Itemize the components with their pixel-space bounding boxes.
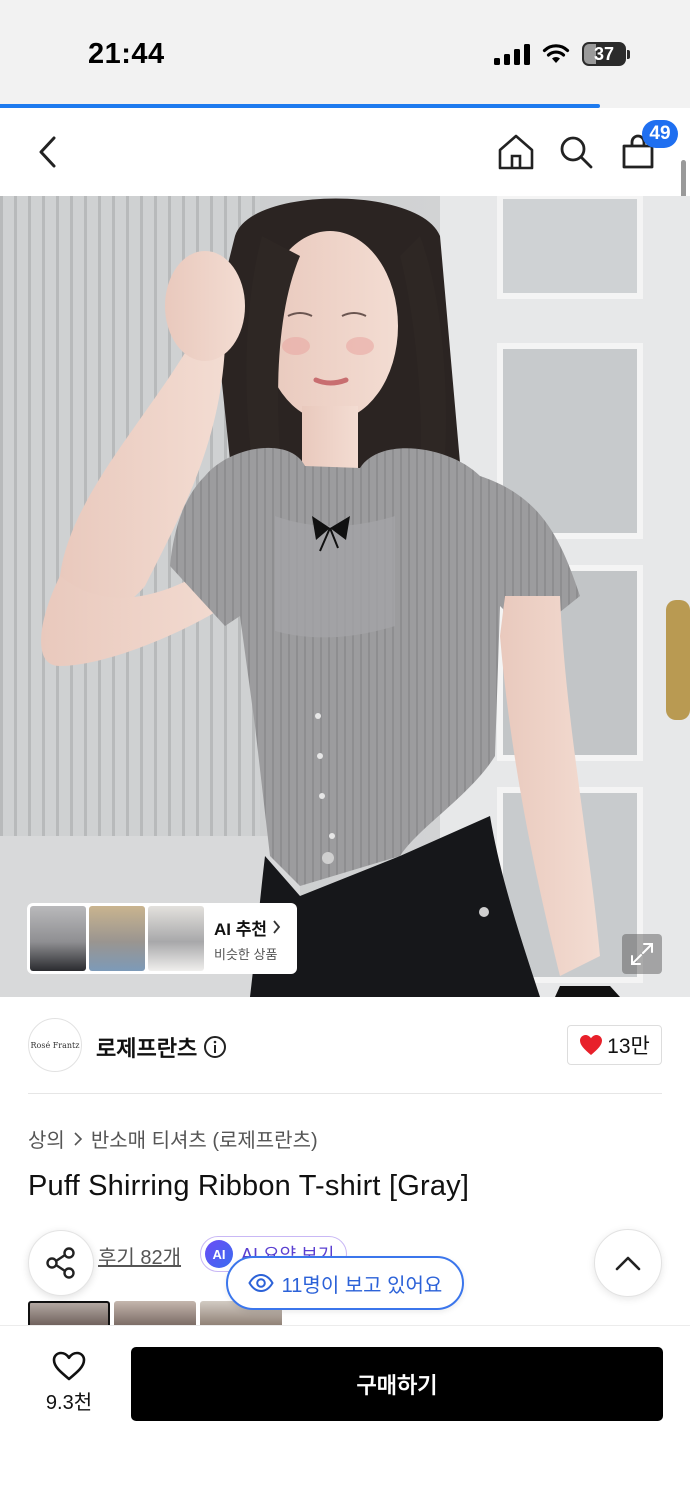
chevron-up-icon bbox=[615, 1256, 641, 1271]
home-icon bbox=[498, 134, 534, 170]
recommendation-thumbnail[interactable] bbox=[89, 906, 145, 971]
top-navigation: 49 bbox=[0, 108, 690, 196]
search-icon bbox=[560, 136, 593, 169]
status-bar: 21:44 37 bbox=[0, 0, 690, 106]
info-icon[interactable] bbox=[203, 1035, 227, 1059]
ai-recommend-title: AI 추천 bbox=[214, 919, 268, 939]
review-count-link[interactable]: 후기 82개 bbox=[98, 1241, 181, 1270]
wifi-icon bbox=[542, 44, 570, 63]
status-icons: 37 bbox=[494, 42, 630, 66]
expand-icon bbox=[631, 943, 653, 965]
brand-name: 로제프란츠 bbox=[96, 1036, 198, 1061]
battery-icon: 37 bbox=[582, 42, 626, 66]
brand-like-count: 13만 bbox=[607, 1035, 650, 1058]
brand-row: Rosé Frantz 로제프란츠 13만 bbox=[28, 1018, 662, 1074]
cart-count-badge: 49 bbox=[642, 120, 678, 148]
expand-image-button[interactable] bbox=[622, 934, 662, 974]
viewers-count-text: 11명이 보고 있어요 bbox=[281, 1274, 443, 1297]
heart-filled-icon bbox=[580, 1035, 603, 1055]
brand-name-link[interactable]: 로제프란츠 bbox=[96, 1031, 227, 1063]
battery-level-text: 37 bbox=[593, 43, 615, 64]
wishlist-count: 9.3천 bbox=[45, 1392, 93, 1414]
brand-like-button[interactable]: 13만 bbox=[567, 1025, 662, 1065]
buy-button[interactable]: 구매하기 bbox=[131, 1347, 663, 1421]
ai-recommendation-card[interactable]: AI 추천 비슷한 상품 bbox=[27, 903, 297, 974]
eye-icon bbox=[247, 1274, 274, 1292]
search-button[interactable] bbox=[550, 126, 602, 178]
divider bbox=[28, 1093, 662, 1094]
heart-outline-icon bbox=[52, 1351, 86, 1381]
wishlist-button[interactable]: 9.3천 bbox=[28, 1350, 110, 1420]
review-photo-thumbnail[interactable] bbox=[114, 1301, 196, 1326]
status-time: 21:44 bbox=[88, 38, 165, 70]
chevron-right-icon bbox=[273, 920, 281, 934]
brand-logo[interactable]: Rosé Frantz bbox=[28, 1018, 82, 1072]
product-title: Puff Shirring Ribbon T-shirt [Gray] bbox=[28, 1170, 470, 1202]
breadcrumb-category[interactable]: 상의 bbox=[28, 1124, 65, 1153]
chevron-left-icon bbox=[39, 136, 56, 168]
ai-recommend-subtitle: 비슷한 상품 bbox=[214, 946, 278, 962]
chevron-right-icon bbox=[74, 1131, 82, 1146]
back-button[interactable] bbox=[22, 126, 74, 178]
product-main-image[interactable] bbox=[0, 196, 690, 997]
cart-button[interactable]: 49 bbox=[612, 120, 678, 178]
bottom-purchase-bar: 9.3천 구매하기 bbox=[0, 1325, 690, 1500]
viewers-count-pill: 11명이 보고 있어요 bbox=[226, 1256, 464, 1310]
home-button[interactable] bbox=[490, 126, 542, 178]
cellular-signal-icon bbox=[494, 43, 530, 65]
ai-badge: AI bbox=[205, 1240, 233, 1268]
scroll-to-top-button[interactable] bbox=[594, 1229, 662, 1297]
share-button[interactable] bbox=[28, 1230, 94, 1296]
review-photo-thumbnail[interactable] bbox=[28, 1301, 110, 1326]
recommendation-thumbnail[interactable] bbox=[148, 906, 204, 971]
breadcrumb-subcategory[interactable]: 반소매 티셔츠 (로제프란츠) bbox=[91, 1124, 318, 1153]
recommendation-thumbnail[interactable] bbox=[30, 906, 86, 971]
product-photo bbox=[0, 196, 690, 997]
breadcrumb: 상의 반소매 티셔츠 (로제프란츠) bbox=[28, 1124, 318, 1153]
share-icon bbox=[46, 1247, 75, 1279]
